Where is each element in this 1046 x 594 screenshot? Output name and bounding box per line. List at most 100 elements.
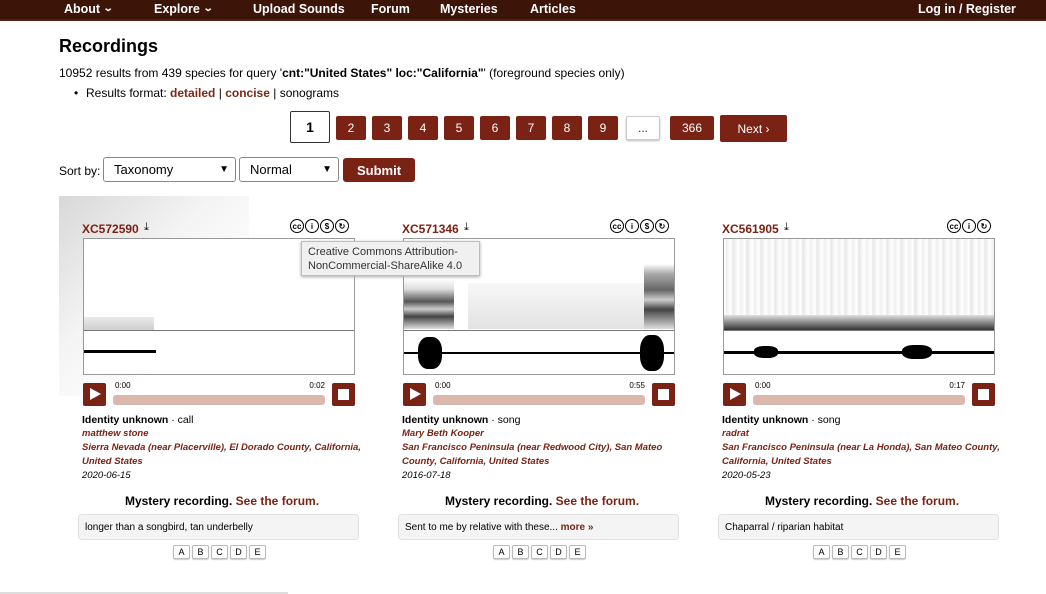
more-link[interactable]: more » xyxy=(561,522,594,533)
vote-d-button[interactable]: D xyxy=(870,545,887,559)
recording-id-link[interactable]: XC572590 xyxy=(82,222,139,236)
page-link[interactable]: 4 xyxy=(408,116,438,140)
stop-button[interactable] xyxy=(972,383,995,406)
license-icons[interactable]: cc i ↻ xyxy=(947,219,991,233)
by-icon: i xyxy=(305,219,319,233)
format-detailed-link[interactable]: detailed xyxy=(170,86,215,100)
vote-c-button[interactable]: C xyxy=(531,545,548,559)
page-link[interactable]: 9 xyxy=(588,116,618,140)
chevron-down-icon: ⌄ xyxy=(102,3,114,14)
progress-bar[interactable] xyxy=(113,395,325,405)
sort-field-value: Taxonomy xyxy=(114,162,174,177)
vote-a-button[interactable]: A xyxy=(173,545,190,559)
play-button[interactable] xyxy=(723,383,746,406)
location-link[interactable]: San Francisco Peninsula (near Redwood Ci… xyxy=(402,441,692,469)
summary-suffix: ' (foreground species only) xyxy=(483,66,625,80)
sonogram[interactable] xyxy=(723,238,995,375)
vote-d-button[interactable]: D xyxy=(550,545,567,559)
page-link[interactable]: 2 xyxy=(336,116,366,140)
next-button[interactable]: Next › xyxy=(720,115,787,142)
page-link[interactable]: 3 xyxy=(372,116,402,140)
page-link[interactable]: 7 xyxy=(516,116,546,140)
nav-login[interactable]: Log in / Register xyxy=(918,0,1016,17)
mystery-text: Mystery recording. xyxy=(444,494,553,508)
nav-upload[interactable]: Upload Sounds xyxy=(253,0,345,17)
sort-label: Sort by: xyxy=(59,164,101,178)
vote-b-button[interactable]: B xyxy=(512,545,529,559)
recordist-link[interactable]: radrat xyxy=(722,427,1012,441)
progress-bar[interactable] xyxy=(433,395,645,405)
stop-button[interactable] xyxy=(652,383,675,406)
stop-button[interactable] xyxy=(332,383,355,406)
vote-a-button[interactable]: A xyxy=(493,545,510,559)
license-icons[interactable]: cc i $ ↻ xyxy=(610,219,669,233)
nav-forum[interactable]: Forum xyxy=(371,0,410,17)
submit-button[interactable]: Submit xyxy=(343,158,415,182)
download-icon[interactable]: ⤓ xyxy=(144,221,149,234)
page-link[interactable]: 6 xyxy=(480,116,510,140)
recordist-link[interactable]: Mary Beth Kooper xyxy=(402,427,692,441)
location-link[interactable]: San Francisco Peninsula (near La Honda),… xyxy=(722,441,1012,469)
recording-date: 2020-06-15 xyxy=(82,470,131,481)
sonogram-divider xyxy=(724,330,994,331)
vote-c-button[interactable]: C xyxy=(851,545,868,559)
cc-icon: cc xyxy=(610,219,624,233)
license-tooltip: Creative Commons Attribution-NonCommerci… xyxy=(301,241,480,276)
vote-e-button[interactable]: E xyxy=(569,545,586,559)
vote-e-button[interactable]: E xyxy=(249,545,266,559)
vote-b-button[interactable]: B xyxy=(832,545,849,559)
license-icons[interactable]: cc i $ ↻ xyxy=(290,219,349,233)
spectrogram-blob xyxy=(644,264,674,329)
page-link[interactable]: 8 xyxy=(552,116,582,140)
chevron-down-icon: ⌄ xyxy=(202,3,214,14)
waveform-peak xyxy=(902,345,932,359)
identity: Identity unknown xyxy=(402,414,489,426)
recording-id-link[interactable]: XC571346 xyxy=(402,222,459,236)
vote-a-button[interactable]: A xyxy=(813,545,830,559)
page-last[interactable]: 366 xyxy=(670,116,714,140)
chevron-down-icon: ▼ xyxy=(219,164,229,175)
waveform-peak xyxy=(640,335,664,371)
vote-e-button[interactable]: E xyxy=(889,545,906,559)
recording-id-link[interactable]: XC561905 xyxy=(722,222,779,236)
vote-c-button[interactable]: C xyxy=(211,545,228,559)
location-link[interactable]: Sierra Nevada (near Placerville), El Dor… xyxy=(82,441,372,469)
sa-icon: ↻ xyxy=(335,219,349,233)
vote-d-button[interactable]: D xyxy=(230,545,247,559)
nav-articles[interactable]: Articles xyxy=(530,0,576,17)
sa-icon: ↻ xyxy=(977,219,991,233)
nav-explore[interactable]: Explore ⌄ xyxy=(154,0,214,17)
remark-box: Chaparral / riparian habitat xyxy=(718,514,999,540)
next-label: Next xyxy=(737,121,763,136)
download-icon[interactable]: ⤓ xyxy=(464,221,469,234)
page-link[interactable]: 5 xyxy=(444,116,474,140)
sort-field-select[interactable]: Taxonomy ▼ xyxy=(103,157,236,182)
vote-b-button[interactable]: B xyxy=(192,545,209,559)
nav-about-label: About xyxy=(64,1,101,16)
mystery-notice: Mystery recording. See the forum. xyxy=(72,494,372,508)
cc-icon: cc xyxy=(947,219,961,233)
recording-meta: Identity unknown · song radrat San Franc… xyxy=(722,413,1012,483)
time-end: 0:17 xyxy=(949,381,965,390)
format-concise-link[interactable]: concise xyxy=(225,86,270,100)
recording-meta: Identity unknown · call matthew stone Si… xyxy=(82,413,372,483)
nav-mysteries[interactable]: Mysteries xyxy=(440,0,498,17)
progress-bar[interactable] xyxy=(753,395,965,405)
download-icon[interactable]: ⤓ xyxy=(784,221,789,234)
remark-text: Sent to me by relative with these... xyxy=(405,522,561,533)
sound-type: · call xyxy=(168,414,194,426)
audio-player: 0:00 0:02 xyxy=(83,381,355,407)
format-sep: | xyxy=(269,86,280,100)
play-button[interactable] xyxy=(83,383,106,406)
forum-link[interactable]: See the forum. xyxy=(876,494,959,508)
chevron-right-icon: › xyxy=(765,121,770,136)
forum-link[interactable]: See the forum. xyxy=(236,494,319,508)
play-button[interactable] xyxy=(403,383,426,406)
forum-link[interactable]: See the forum. xyxy=(556,494,639,508)
sa-icon: ↻ xyxy=(655,219,669,233)
sort-order-select[interactable]: Normal ▼ xyxy=(239,157,339,182)
recordist-link[interactable]: matthew stone xyxy=(82,427,372,441)
nav-about[interactable]: About ⌄ xyxy=(64,0,114,17)
remark-box: Sent to me by relative with these... mor… xyxy=(398,514,679,540)
recording-date: 2020-05-23 xyxy=(722,470,771,481)
